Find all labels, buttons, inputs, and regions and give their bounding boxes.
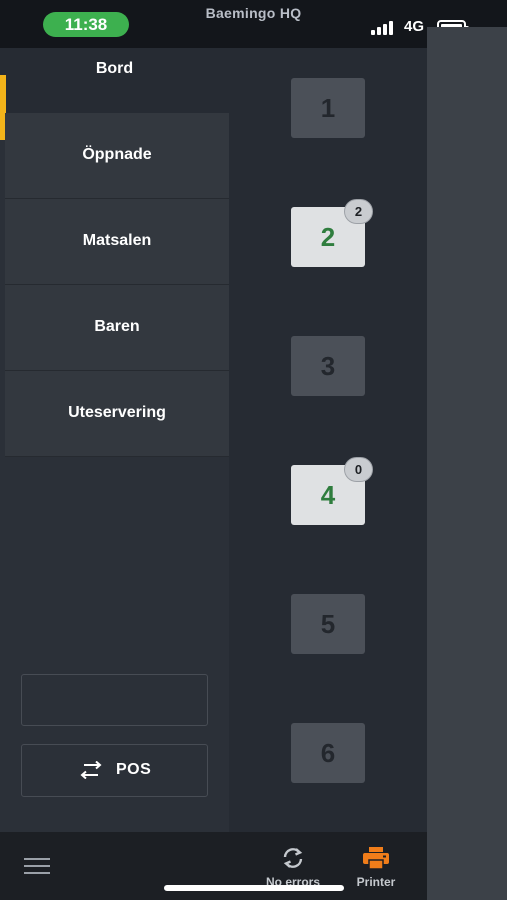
table-2-button[interactable]: 2 2: [291, 199, 373, 267]
sidebar-item-matsalen[interactable]: Matsalen: [5, 199, 229, 285]
sidebar-item-label: Uteservering: [68, 404, 166, 421]
table-number: 6: [320, 738, 336, 768]
table-number: 4: [320, 480, 336, 510]
hamburger-menu-icon[interactable]: [24, 856, 50, 876]
sync-icon: [283, 848, 303, 868]
sidebar-item-baren[interactable]: Baren: [5, 285, 229, 371]
pos-button[interactable]: POS: [21, 744, 208, 797]
sidebar-item-oppnade[interactable]: Öppnade: [5, 113, 229, 199]
table-3-button[interactable]: 3: [291, 336, 365, 396]
sidebar-header[interactable]: Bord: [0, 48, 229, 113]
table-count-badge: 2: [344, 199, 373, 224]
table-1-button[interactable]: 1: [291, 78, 365, 138]
right-panel: [427, 27, 507, 900]
sidebar-item-label: Matsalen: [82, 232, 152, 249]
table-count-badge: 0: [344, 457, 373, 482]
sidebar-item-uteservering[interactable]: Uteservering: [5, 371, 229, 457]
table-list: 1 2 2 3 4 0 5 6: [229, 48, 427, 832]
signal-icon: [371, 21, 397, 35]
pos-button-label: POS: [116, 761, 152, 778]
table-number: 2: [320, 222, 336, 252]
printer-label: Printer: [356, 875, 396, 889]
sidebar-item-label: Öppnade: [82, 146, 152, 163]
sidebar-item-label: Baren: [94, 318, 140, 335]
sidebar-input-field[interactable]: [21, 674, 208, 726]
table-number: 1: [320, 93, 336, 123]
table-number: 5: [320, 609, 336, 639]
table-4-button[interactable]: 4 0: [291, 457, 373, 525]
table-6-button[interactable]: 6: [291, 723, 365, 783]
table-number: 3: [320, 351, 336, 381]
network-type: 4G: [404, 18, 425, 35]
home-indicator: [164, 885, 344, 891]
printer-icon: [363, 847, 389, 870]
sidebar-header-label: Bord: [95, 60, 134, 77]
swap-arrows-icon: [80, 761, 102, 779]
carrier-title: Baemingo HQ: [205, 5, 302, 21]
table-5-button[interactable]: 5: [291, 594, 365, 654]
printer-button[interactable]: Printer: [350, 846, 402, 896]
